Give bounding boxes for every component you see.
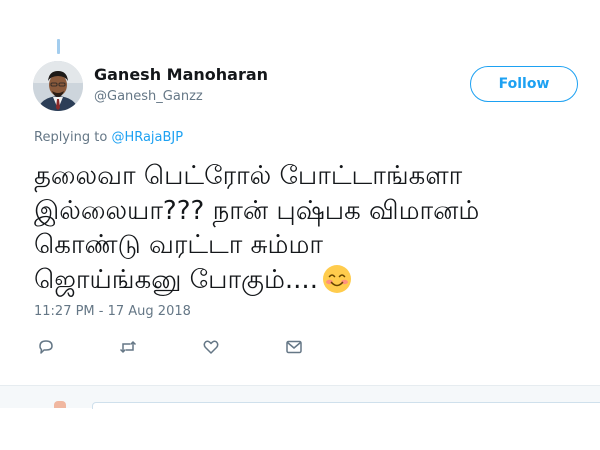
follow-button[interactable]: Follow [470,66,578,102]
avatar[interactable] [33,61,83,111]
tweet-line-last: ஜொய்ங்கனு போகும்.... [34,263,600,304]
tweet-line-text: ஜொய்ங்கனு போகும்.... [34,264,318,295]
tweet-timestamp[interactable]: 11:27 PM - 17 Aug 2018 [34,304,191,319]
replying-to: Replying to @HRajaBJP [34,130,183,145]
tweet-line: தலைவா பெட்ரோல் போட்டாங்களா [34,161,463,191]
like-icon[interactable] [201,337,221,357]
author-name[interactable]: Ganesh Manoharan [94,65,268,84]
smiling-face-emoji-icon [322,264,352,304]
author-handle[interactable]: @Ganesh_Ganzz [94,89,203,104]
replying-to-label: Replying to [34,130,108,145]
reply-icon[interactable] [36,337,56,357]
tweet-line: கொண்டு வரட்டா சும்மா [34,230,323,260]
reply-mention-link[interactable]: @HRajaBJP [111,130,183,145]
tweet-text: தலைவா பெட்ரோல் போட்டாங்களா இல்லையா??? நா… [34,159,600,303]
direct-message-icon[interactable] [284,337,304,357]
mini-avatar [54,401,66,408]
reply-input[interactable] [92,402,600,409]
retweet-icon[interactable] [118,337,138,357]
tweet-line: இல்லையா??? நான் புஷ்பக விமானம் [34,195,480,226]
thread-line [57,39,60,54]
